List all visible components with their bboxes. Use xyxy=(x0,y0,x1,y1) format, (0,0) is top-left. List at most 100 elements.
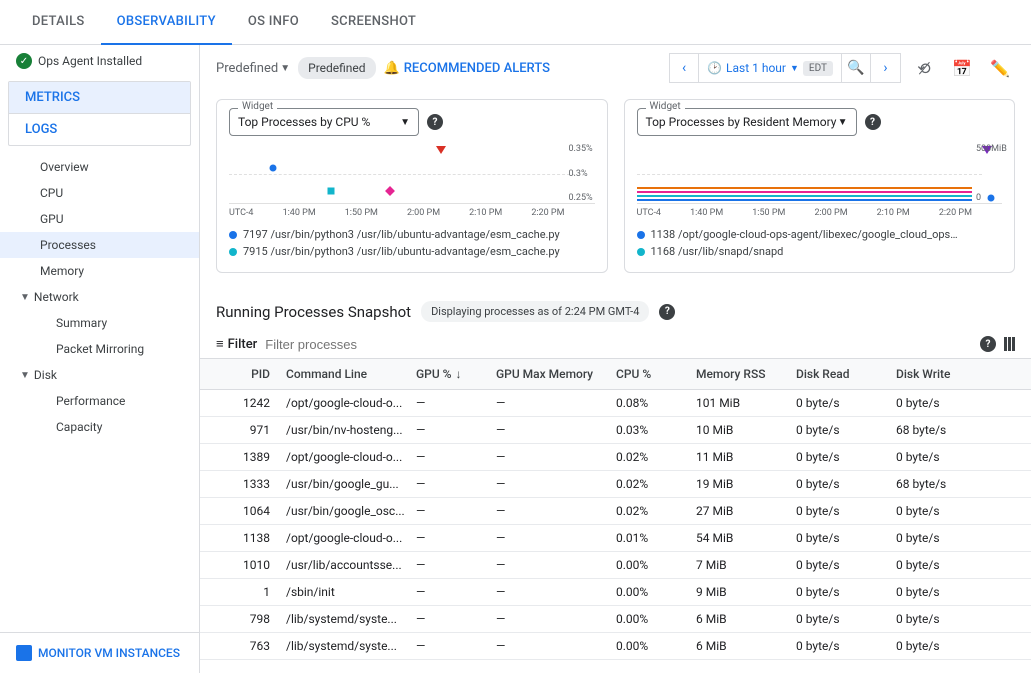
cell-rss: 9 MiB xyxy=(696,585,796,599)
nav-disk-label: Disk xyxy=(34,368,57,382)
table-row[interactable]: 1138/opt/google-cloud-o...——0.01%54 MiB0… xyxy=(200,525,1031,552)
nav-gpu[interactable]: GPU xyxy=(0,206,199,232)
cell-gmem: — xyxy=(496,423,616,437)
recommended-alerts-button[interactable]: 🔔 RECOMMENDED ALERTS xyxy=(384,61,550,76)
col-rss[interactable]: Memory RSS xyxy=(696,367,796,381)
table-row[interactable]: 1010/usr/lib/accountsse...——0.00%7 MiB0 … xyxy=(200,552,1031,579)
nav-cpu[interactable]: CPU xyxy=(0,180,199,206)
chart2-body[interactable]: 500MiB 0 xyxy=(637,144,1003,204)
cell-rss: 6 MiB xyxy=(696,639,796,653)
table-row[interactable]: 1064/usr/bin/google_osc...——0.02%27 MiB0… xyxy=(200,498,1031,525)
cell-gpu: — xyxy=(416,612,496,626)
table-row[interactable]: 1242/opt/google-cloud-o...——0.08%101 MiB… xyxy=(200,390,1031,417)
edit-icon[interactable]: ✏️ xyxy=(985,53,1015,83)
tab-observability[interactable]: OBSERVABILITY xyxy=(101,0,232,45)
help-icon[interactable]: ? xyxy=(980,336,996,352)
cell-cpu: 0.02% xyxy=(616,450,696,464)
nav-disk[interactable]: ▼ Disk xyxy=(0,362,199,388)
legend-text: 7197 /usr/bin/python3 /usr/lib/ubuntu-ad… xyxy=(243,228,560,241)
nav-memory[interactable]: Memory xyxy=(0,258,199,284)
widget1-select[interactable]: Widget Top Processes by CPU % ▼ xyxy=(229,108,419,136)
tab-screenshot[interactable]: SCREENSHOT xyxy=(315,0,432,44)
filter-label: ≡ Filter xyxy=(216,336,257,352)
widget2-value: Top Processes by Resident Memory xyxy=(646,115,837,129)
col-pid[interactable]: PID xyxy=(216,367,286,381)
cell-gmem: — xyxy=(496,396,616,410)
legend-dot-icon xyxy=(637,231,645,239)
legend-item[interactable]: 1168 /usr/lib/snapd/snapd xyxy=(637,243,1003,260)
calendar-icon[interactable]: 📅 xyxy=(947,53,977,83)
table-row[interactable]: 971/usr/bin/nv-hosteng...——0.03%10 MiB0 … xyxy=(200,417,1031,444)
table-row[interactable]: 763/lib/systemd/syste...——0.00%6 MiB0 by… xyxy=(200,633,1031,660)
col-dw[interactable]: Disk Write xyxy=(896,367,996,381)
cell-cpu: 0.03% xyxy=(616,423,696,437)
time-range-picker[interactable]: 🕑 Last 1 hour ▼ EDT xyxy=(699,53,841,83)
col-cpu[interactable]: CPU % xyxy=(616,367,696,381)
nav-processes[interactable]: Processes xyxy=(0,232,199,258)
cell-dr: 0 byte/s xyxy=(796,531,896,545)
cell-cmd: /opt/google-cloud-o... xyxy=(286,531,416,545)
nav-packet-mirroring[interactable]: Packet Mirroring xyxy=(0,336,199,362)
cell-gpu: — xyxy=(416,585,496,599)
tab-details[interactable]: DETAILS xyxy=(16,0,101,44)
xtick: 1:50 PM xyxy=(345,208,378,218)
chart1-body[interactable]: 0.35% 0.3% 0.25% xyxy=(229,144,595,204)
cell-rss: 10 MiB xyxy=(696,423,796,437)
cell-gpu: — xyxy=(416,450,496,464)
nav-capacity[interactable]: Capacity xyxy=(0,414,199,440)
subtab-metrics[interactable]: METRICS xyxy=(9,82,190,113)
legend-item[interactable]: 7915 /usr/bin/python3 /usr/lib/ubuntu-ad… xyxy=(229,243,595,260)
cell-gpu: — xyxy=(416,477,496,491)
nav-summary[interactable]: Summary xyxy=(0,310,199,336)
chart1-legend: 7197 /usr/bin/python3 /usr/lib/ubuntu-ad… xyxy=(229,226,595,260)
chart2-legend: 1138 /opt/google-cloud-ops-agent/libexec… xyxy=(637,226,1003,260)
help-icon[interactable]: ? xyxy=(427,114,443,130)
table-row[interactable]: 1/sbin/init——0.00%9 MiB0 byte/s0 byte/s xyxy=(200,579,1031,606)
legend-item[interactable]: 1138 /opt/google-cloud-ops-agent/libexec… xyxy=(637,226,1003,243)
cell-gmem: — xyxy=(496,639,616,653)
cell-pid: 1333 xyxy=(216,477,286,491)
nav-network[interactable]: ▼ Network xyxy=(0,284,199,310)
col-dr[interactable]: Disk Read xyxy=(796,367,896,381)
timezone-chip[interactable]: EDT xyxy=(803,61,833,76)
columns-icon[interactable] xyxy=(1004,337,1015,351)
chevron-down-icon: ▼ xyxy=(790,63,799,74)
col-gmem[interactable]: GPU Max Memory xyxy=(496,367,616,381)
legend-dot-icon xyxy=(229,248,237,256)
search-button[interactable]: 🔍 xyxy=(841,53,871,83)
xtick: 1:50 PM xyxy=(752,208,785,218)
cell-dw: 68 byte/s xyxy=(896,477,996,491)
help-icon[interactable]: ? xyxy=(659,304,675,320)
table-row[interactable]: 1333/usr/bin/google_gu...——0.02%19 MiB0 … xyxy=(200,471,1031,498)
subtab-logs[interactable]: LOGS xyxy=(9,113,190,145)
col-gpu[interactable]: GPU % ↓ xyxy=(416,367,496,381)
ytick: 0.35% xyxy=(569,144,595,154)
col-cmd[interactable]: Command Line xyxy=(286,367,416,381)
table-row[interactable]: 1389/opt/google-cloud-o...——0.02%11 MiB0… xyxy=(200,444,1031,471)
help-icon[interactable]: ? xyxy=(865,114,881,130)
filter-input[interactable] xyxy=(265,337,972,352)
nav-overview[interactable]: Overview xyxy=(0,154,199,180)
time-next-button[interactable]: › xyxy=(871,53,901,83)
chevron-down-icon: ▼ xyxy=(280,63,290,74)
cell-gmem: — xyxy=(496,477,616,491)
time-range-label: Last 1 hour xyxy=(726,61,786,75)
monitor-vm-link[interactable]: MONITOR VM INSTANCES xyxy=(0,632,199,673)
table-row[interactable]: 798/lib/systemd/syste...——0.00%6 MiB0 by… xyxy=(200,606,1031,633)
agent-status-text: Ops Agent Installed xyxy=(38,54,142,68)
charts-row: Widget Top Processes by CPU % ▼ ? 0.35% xyxy=(200,91,1031,281)
predefined-dropdown[interactable]: Predefined ▼ xyxy=(216,61,290,76)
auto-refresh-off-icon[interactable]: ⟲̸ xyxy=(909,53,939,83)
cell-gpu: — xyxy=(416,639,496,653)
cell-cmd: /sbin/init xyxy=(286,585,416,599)
cell-cpu: 0.00% xyxy=(616,639,696,653)
legend-item[interactable]: 7197 /usr/bin/python3 /usr/lib/ubuntu-ad… xyxy=(229,226,595,243)
time-prev-button[interactable]: ‹ xyxy=(669,53,699,83)
tab-os-info[interactable]: OS INFO xyxy=(232,0,315,44)
cell-gpu: — xyxy=(416,396,496,410)
table-header: PID Command Line GPU % ↓ GPU Max Memory … xyxy=(200,359,1031,390)
ytick: 500MiB xyxy=(976,144,1002,154)
widget2-select[interactable]: Widget Top Processes by Resident Memory … xyxy=(637,108,857,136)
nav-performance[interactable]: Performance xyxy=(0,388,199,414)
predefined-chip[interactable]: Predefined xyxy=(298,57,375,79)
